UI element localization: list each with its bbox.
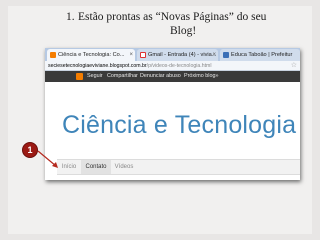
title-line-2: Blog! [170,25,197,37]
callout-badge: 1 [22,142,38,158]
blog-page: Ciência e Tecnologia Início Contato Víde… [45,82,300,180]
list-number: 1. [66,11,75,23]
tab-label: Educa Taboão | Prefeitur [231,52,293,58]
blogger-logo-icon[interactable] [76,73,83,80]
page-tab-contato[interactable]: Contato [81,160,111,174]
close-icon[interactable]: × [212,49,216,61]
follow-link[interactable]: Seguir [87,71,103,82]
blogger-icon [50,52,56,58]
blogger-navbar: Seguir Compartilhar Denunciar abuso Próx… [45,71,300,82]
educa-icon [223,52,229,58]
star-icon[interactable]: ☆ [291,61,297,70]
url-text: seciesetecnologiaeviviane.blogspot.com.b… [48,63,212,69]
tab-educa-taboao[interactable]: Educa Taboão | Prefeitur [220,49,300,61]
page-tab-inicio[interactable]: Início [57,160,81,174]
address-bar[interactable]: seciesetecnologiaeviviane.blogspot.com.b… [45,61,300,71]
blog-page-tabs: Início Contato Vídeos [57,159,300,175]
browser-screenshot: Ciência e Tecnologia: Co... × Gmail - En… [45,48,300,180]
blog-title[interactable]: Ciência e Tecnologia [62,110,296,140]
gmail-icon [140,52,146,58]
page-tab-videos[interactable]: Vídeos [111,160,137,174]
next-blog-link[interactable]: Próximo blog» [184,71,218,82]
browser-tab-bar: Ciência e Tecnologia: Co... × Gmail - En… [45,48,300,61]
title-line-1: Estão prontas as “Novas Páginas” do seu [78,11,267,23]
report-abuse-link[interactable]: Denunciar abuso [140,71,181,82]
share-link[interactable]: Compartilhar [107,71,138,82]
tab-label: Ciência e Tecnologia: Co... [58,52,125,58]
close-icon[interactable]: × [129,49,133,61]
tab-label: Gmail - Entrada (4) - vivia... [148,52,217,58]
tab-gmail[interactable]: Gmail - Entrada (4) - vivia... × [137,49,218,61]
tab-ciencia-e-tecnologia[interactable]: Ciência e Tecnologia: Co... × [47,49,135,61]
